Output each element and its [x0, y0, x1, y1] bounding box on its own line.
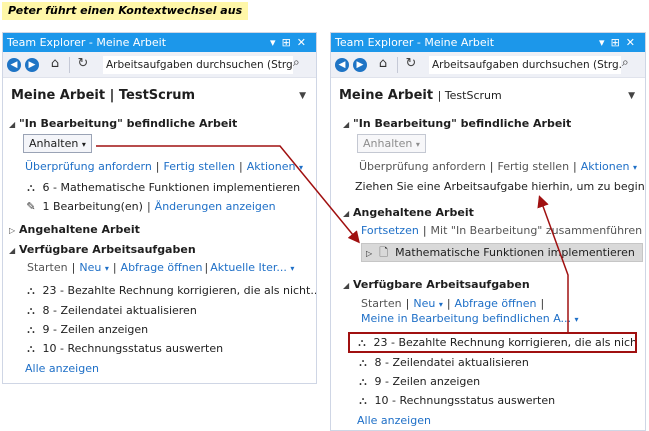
show-all-link[interactable]: Alle anzeigen	[357, 414, 431, 427]
collapsed-triangle-icon: ▷	[9, 226, 16, 235]
merge-link[interactable]: Mit "In Bearbeitung" zusammenführen	[431, 224, 643, 237]
actions-link[interactable]: Aktionen	[581, 160, 630, 173]
page-title: Meine Arbeit | TestScrum ▼	[331, 78, 645, 114]
close-icon[interactable]: ✕	[297, 36, 312, 49]
forward-icon[interactable]: ▶	[25, 58, 39, 72]
query-selector-row: Meine in Bearbeitung befindlichen A... ▾	[361, 312, 579, 325]
chevron-down-icon[interactable]: ▼	[628, 78, 635, 114]
halt-button[interactable]: Anhalten ▾	[23, 134, 92, 153]
open-query-link[interactable]: Abfrage öffnen	[455, 297, 537, 310]
task-icon: ⛬	[359, 356, 367, 369]
new-link[interactable]: Neu	[79, 261, 101, 274]
drop-hint: Ziehen Sie eine Arbeitsaufgabe hierhin, …	[355, 180, 646, 193]
list-item[interactable]: ⛬ 8 - Zeilendatei aktualisieren	[23, 304, 197, 318]
task-icon: ⛬	[27, 284, 35, 297]
list-item[interactable]: ⛬ 10 - Rechnungsstatus auswerten	[355, 394, 555, 408]
search-icon[interactable]: ⌕	[293, 55, 300, 70]
toolbar: ◀ ▶ ⌂ ↻ Arbeitsaufgaben durchsuchen (Str…	[3, 52, 316, 78]
list-item[interactable]: ⛬ 9 - Zeilen anzeigen	[355, 375, 480, 389]
section-in-progress[interactable]: ◢ "In Bearbeitung" befindliche Arbeit	[9, 117, 237, 130]
query-selector[interactable]: Meine in Bearbeitung befindlichen A...	[361, 312, 571, 325]
panel-title: Team Explorer - Meine Arbeit	[335, 36, 495, 49]
in-progress-actions: Überprüfung anfordern | Fertig stellen | Akt…	[359, 160, 637, 173]
toolbar: ◀ ▶ ⌂ ↻ Arbeitsaufgaben durchsuchen (Str…	[331, 52, 645, 78]
search-icon[interactable]: ⌕	[622, 55, 629, 70]
request-review-link[interactable]: Überprüfung anfordern	[25, 160, 152, 173]
back-icon[interactable]: ◀	[335, 58, 349, 72]
section-suspended[interactable]: ◢ Angehaltene Arbeit	[343, 206, 474, 219]
document-icon: 🗋	[379, 246, 389, 259]
pending-changes-row: ✎ 1 Bearbeitung(en) | Änderungen anzeigen	[23, 200, 276, 213]
list-item[interactable]: ⛬ 10 - Rechnungsstatus auswerten	[23, 342, 223, 356]
in-progress-actions: Überprüfung anfordern | Fertig stellen | Akt…	[25, 160, 303, 173]
query-selector[interactable]: Aktuelle Iter...	[210, 261, 287, 274]
pin-icon[interactable]: ⊞	[611, 36, 626, 49]
collapsed-triangle-icon: ▷	[366, 249, 373, 258]
section-available[interactable]: ◢ Verfügbare Arbeitsaufgaben	[9, 243, 196, 256]
actions-link[interactable]: Aktionen	[247, 160, 296, 173]
list-item[interactable]: ⛬ 23 - Bezahlte Rechnung korrigieren, di…	[23, 284, 316, 298]
available-actions: Starten | Neu ▾ | Abfrage öffnen |	[361, 297, 545, 310]
request-review-link[interactable]: Überprüfung anfordern	[359, 160, 486, 173]
pin-icon[interactable]: ⊞	[282, 36, 297, 49]
expand-triangle-icon: ◢	[9, 120, 16, 129]
task-icon: ⛬	[27, 342, 35, 355]
suspended-item[interactable]: ▷ 🗋 Mathematische Funktionen implementie…	[361, 243, 643, 262]
chevron-down-icon[interactable]: ▼	[299, 78, 306, 114]
task-icon: ⛬	[27, 181, 35, 194]
task-icon: ⛬	[27, 304, 35, 317]
show-changes-link[interactable]: Änderungen anzeigen	[155, 200, 276, 213]
list-item[interactable]: ⛬ 23 - Bezahlte Rechnung korrigieren, di…	[348, 332, 637, 353]
search-input[interactable]: Arbeitsaufgaben durchsuchen (Strg...	[429, 56, 621, 74]
refresh-icon[interactable]: ↻	[403, 56, 419, 72]
dropdown-icon[interactable]: ▾	[270, 36, 282, 49]
team-explorer-panel-left: Team Explorer - Meine Arbeit ▾⊞✕ ◀ ▶ ⌂ ↻…	[2, 32, 317, 384]
start-link[interactable]: Starten	[27, 261, 68, 274]
dropdown-icon[interactable]: ▾	[599, 36, 611, 49]
caption-banner: Peter führt einen Kontextwechsel aus	[2, 2, 249, 20]
panel-title: Team Explorer - Meine Arbeit	[7, 36, 167, 49]
suspended-actions: Fortsetzen | Mit "In Bearbeitung" zusammen…	[361, 224, 643, 237]
back-icon[interactable]: ◀	[7, 58, 21, 72]
open-query-link[interactable]: Abfrage öffnen	[121, 261, 203, 274]
expand-triangle-icon: ◢	[343, 209, 350, 218]
refresh-icon[interactable]: ↻	[75, 56, 91, 72]
expand-triangle-icon: ◢	[343, 120, 350, 129]
task-icon: ⛬	[27, 323, 35, 336]
pencil-icon: ✎	[26, 200, 36, 213]
list-item[interactable]: ⛬ 9 - Zeilen anzeigen	[23, 323, 148, 337]
close-icon[interactable]: ✕	[626, 36, 641, 49]
panel-titlebar: Team Explorer - Meine Arbeit ▾⊞✕	[331, 33, 645, 52]
toolbar-separator	[69, 57, 70, 73]
section-suspended[interactable]: ▷ Angehaltene Arbeit	[9, 223, 140, 236]
show-all-link[interactable]: Alle anzeigen	[25, 362, 99, 375]
panel-titlebar: Team Explorer - Meine Arbeit ▾⊞✕	[3, 33, 316, 52]
available-actions: Starten | Neu ▾ | Abfrage öffnen | Aktuelle It…	[27, 261, 295, 274]
list-item[interactable]: ⛬ 6 - Mathematische Funktionen implement…	[23, 181, 300, 195]
home-icon[interactable]: ⌂	[375, 56, 391, 72]
finish-link[interactable]: Fertig stellen	[164, 160, 236, 173]
resume-link[interactable]: Fortsetzen	[361, 224, 419, 237]
expand-triangle-icon: ◢	[9, 246, 16, 255]
new-link[interactable]: Neu	[413, 297, 435, 310]
finish-link[interactable]: Fertig stellen	[498, 160, 570, 173]
expand-triangle-icon: ◢	[343, 281, 350, 290]
team-explorer-panel-right: Team Explorer - Meine Arbeit ▾⊞✕ ◀ ▶ ⌂ ↻…	[330, 32, 646, 431]
home-icon[interactable]: ⌂	[47, 56, 63, 72]
page-title: Meine Arbeit | TestScrum ▼	[3, 78, 316, 114]
forward-icon[interactable]: ▶	[353, 58, 367, 72]
section-in-progress[interactable]: ◢ "In Bearbeitung" befindliche Arbeit	[343, 117, 571, 130]
search-input[interactable]: Arbeitsaufgaben durchsuchen (Strg...	[103, 56, 293, 74]
section-available[interactable]: ◢ Verfügbare Arbeitsaufgaben	[343, 278, 530, 291]
halt-button[interactable]: Anhalten ▾	[357, 134, 426, 153]
task-icon: ⛬	[359, 375, 367, 388]
list-item[interactable]: ⛬ 8 - Zeilendatei aktualisieren	[355, 356, 529, 370]
toolbar-separator	[397, 57, 398, 73]
start-link[interactable]: Starten	[361, 297, 402, 310]
task-icon: ⛬	[359, 394, 367, 407]
task-icon: ⛬	[358, 336, 366, 349]
